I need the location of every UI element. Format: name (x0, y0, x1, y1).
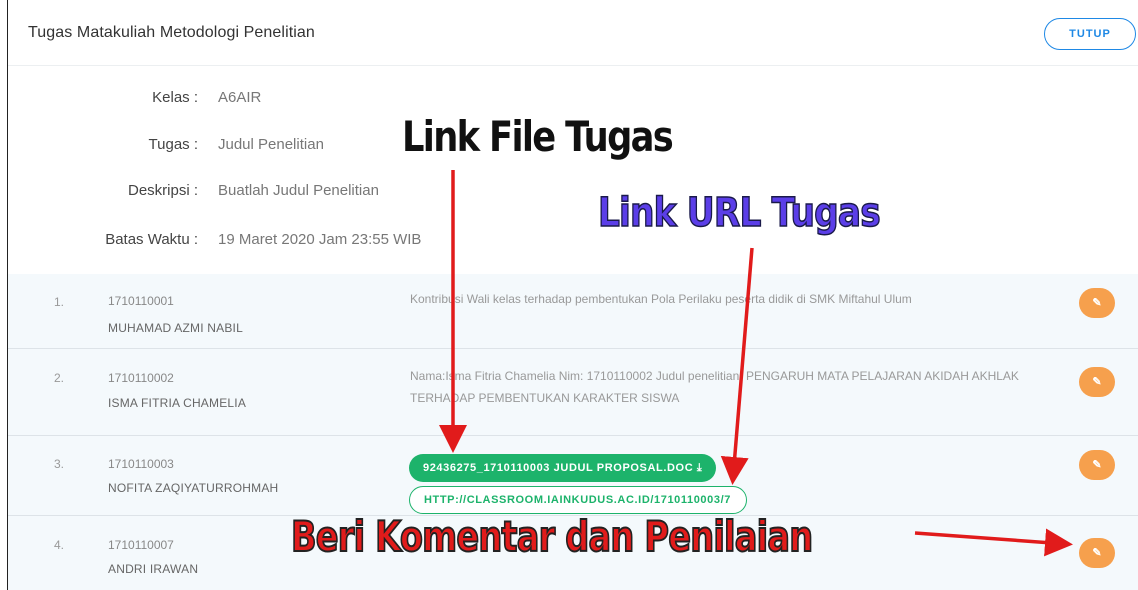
student-nim: 1710110002 (108, 371, 174, 385)
table-row: 3. 1710110003 NOFITA ZAQIYATURROHMAH 924… (8, 436, 1138, 516)
panel-title: Tugas Matakuliah Metodologi Penelitian (28, 24, 315, 41)
deskripsi-value: Buatlah Judul Penelitian (218, 182, 379, 199)
comment-grade-button[interactable]: ✎ (1079, 288, 1115, 318)
tugas-value: Judul Penelitian (218, 136, 324, 153)
info-batas-waktu: Batas Waktu : 19 Maret 2020 Jam 23:55 WI… (8, 231, 508, 255)
file-download-link[interactable]: 92436275_1710110003 JUDUL PROPOSAL.DOC ⤓ (409, 454, 716, 482)
student-nim: 1710110007 (108, 538, 174, 552)
student-name: ANDRI IRAWAN (108, 562, 199, 576)
student-nim: 1710110001 (108, 294, 174, 308)
row-number: 3. (54, 457, 65, 471)
info-kelas: Kelas : A6AIR (8, 89, 508, 113)
download-icon: ⤓ (696, 462, 703, 474)
file-link-label: 92436275_1710110003 JUDUL PROPOSAL.DOC (423, 462, 694, 474)
annotation-link-url: Link URL Tugas (597, 189, 881, 237)
comment-grade-button[interactable]: ✎ (1079, 538, 1115, 568)
student-nim: 1710110003 (108, 457, 174, 471)
row-number: 2. (54, 371, 65, 385)
close-button[interactable]: TUTUP (1044, 18, 1136, 50)
comment-grade-button[interactable]: ✎ (1079, 367, 1115, 397)
student-name: MUHAMAD AZMI NABIL (108, 321, 243, 335)
row-number: 4. (54, 538, 65, 552)
batas-waktu-label: Batas Waktu : (105, 231, 198, 248)
comment-grade-button[interactable]: ✎ (1079, 450, 1115, 480)
student-name: ISMA FITRIA CHAMELIA (108, 396, 247, 410)
table-row: 1. 1710110001 MUHAMAD AZMI NABIL Kontrib… (8, 274, 1138, 349)
kelas-label: Kelas : (152, 89, 198, 106)
deskripsi-label: Deskripsi : (127, 182, 198, 199)
submission-text: Nama:Isma Fitria Chamelia Nim: 171011000… (410, 369, 1019, 405)
row-number: 1. (54, 295, 65, 309)
annotation-link-file: Link File Tugas (402, 112, 674, 161)
info-deskripsi: Deskripsi : Buatlah Judul Penelitian (8, 182, 508, 206)
batas-waktu-value: 19 Maret 2020 Jam 23:55 WIB (218, 231, 422, 248)
url-link[interactable]: HTTP://CLASSROOM.IAINKUDUS.AC.ID/1710110… (409, 486, 747, 514)
student-name: NOFITA ZAQIYATURROHMAH (108, 481, 279, 495)
annotation-komentar: Beri Komentar dan Penilaian (290, 511, 814, 562)
kelas-value: A6AIR (218, 89, 262, 106)
tugas-label: Tugas : (148, 136, 198, 153)
assignment-panel: Tugas Matakuliah Metodologi Penelitian T… (7, 0, 1138, 590)
panel-header: Tugas Matakuliah Metodologi Penelitian T… (8, 0, 1138, 66)
submission-text: Kontribusi Wali kelas terhadap pembentuk… (410, 292, 912, 306)
table-row: 2. 1710110002 ISMA FITRIA CHAMELIA Nama:… (8, 349, 1138, 436)
